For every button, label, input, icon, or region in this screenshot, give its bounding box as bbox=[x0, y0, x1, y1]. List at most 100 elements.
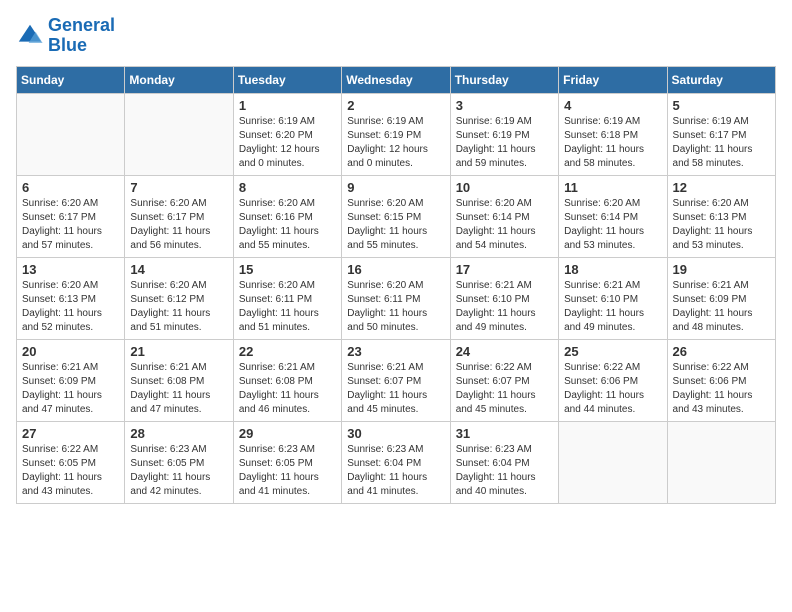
calendar-cell: 24 Sunrise: 6:22 AM Sunset: 6:07 PM Dayl… bbox=[450, 339, 558, 421]
weekday-header-wednesday: Wednesday bbox=[342, 66, 450, 93]
calendar-week-row: 20 Sunrise: 6:21 AM Sunset: 6:09 PM Dayl… bbox=[17, 339, 776, 421]
calendar-cell: 5 Sunrise: 6:19 AM Sunset: 6:17 PM Dayli… bbox=[667, 93, 775, 175]
day-number: 3 bbox=[456, 98, 553, 113]
calendar-cell: 19 Sunrise: 6:21 AM Sunset: 6:09 PM Dayl… bbox=[667, 257, 775, 339]
day-info: Sunrise: 6:20 AM Sunset: 6:16 PM Dayligh… bbox=[239, 197, 336, 253]
calendar-cell: 25 Sunrise: 6:22 AM Sunset: 6:06 PM Dayl… bbox=[559, 339, 667, 421]
day-info: Sunrise: 6:19 AM Sunset: 6:17 PM Dayligh… bbox=[673, 115, 770, 171]
day-number: 24 bbox=[456, 344, 553, 359]
day-info: Sunrise: 6:22 AM Sunset: 6:06 PM Dayligh… bbox=[564, 361, 661, 417]
calendar-cell: 27 Sunrise: 6:22 AM Sunset: 6:05 PM Dayl… bbox=[17, 421, 125, 503]
day-info: Sunrise: 6:23 AM Sunset: 6:05 PM Dayligh… bbox=[130, 443, 227, 499]
calendar-cell: 16 Sunrise: 6:20 AM Sunset: 6:11 PM Dayl… bbox=[342, 257, 450, 339]
day-number: 27 bbox=[22, 426, 119, 441]
logo: General Blue bbox=[16, 16, 115, 56]
day-number: 17 bbox=[456, 262, 553, 277]
calendar-cell: 28 Sunrise: 6:23 AM Sunset: 6:05 PM Dayl… bbox=[125, 421, 233, 503]
weekday-header-monday: Monday bbox=[125, 66, 233, 93]
day-number: 1 bbox=[239, 98, 336, 113]
day-number: 19 bbox=[673, 262, 770, 277]
day-number: 31 bbox=[456, 426, 553, 441]
day-info: Sunrise: 6:22 AM Sunset: 6:06 PM Dayligh… bbox=[673, 361, 770, 417]
day-info: Sunrise: 6:20 AM Sunset: 6:14 PM Dayligh… bbox=[456, 197, 553, 253]
day-number: 13 bbox=[22, 262, 119, 277]
day-number: 29 bbox=[239, 426, 336, 441]
calendar-cell: 30 Sunrise: 6:23 AM Sunset: 6:04 PM Dayl… bbox=[342, 421, 450, 503]
weekday-header-thursday: Thursday bbox=[450, 66, 558, 93]
day-number: 22 bbox=[239, 344, 336, 359]
calendar-cell: 29 Sunrise: 6:23 AM Sunset: 6:05 PM Dayl… bbox=[233, 421, 341, 503]
day-number: 10 bbox=[456, 180, 553, 195]
day-info: Sunrise: 6:20 AM Sunset: 6:13 PM Dayligh… bbox=[22, 279, 119, 335]
calendar-week-row: 1 Sunrise: 6:19 AM Sunset: 6:20 PM Dayli… bbox=[17, 93, 776, 175]
day-info: Sunrise: 6:21 AM Sunset: 6:08 PM Dayligh… bbox=[130, 361, 227, 417]
calendar-table: SundayMondayTuesdayWednesdayThursdayFrid… bbox=[16, 66, 776, 504]
calendar-week-row: 13 Sunrise: 6:20 AM Sunset: 6:13 PM Dayl… bbox=[17, 257, 776, 339]
day-info: Sunrise: 6:21 AM Sunset: 6:08 PM Dayligh… bbox=[239, 361, 336, 417]
calendar-cell: 3 Sunrise: 6:19 AM Sunset: 6:19 PM Dayli… bbox=[450, 93, 558, 175]
calendar-cell: 12 Sunrise: 6:20 AM Sunset: 6:13 PM Dayl… bbox=[667, 175, 775, 257]
calendar-cell: 22 Sunrise: 6:21 AM Sunset: 6:08 PM Dayl… bbox=[233, 339, 341, 421]
calendar-cell: 8 Sunrise: 6:20 AM Sunset: 6:16 PM Dayli… bbox=[233, 175, 341, 257]
day-number: 2 bbox=[347, 98, 444, 113]
day-info: Sunrise: 6:19 AM Sunset: 6:20 PM Dayligh… bbox=[239, 115, 336, 171]
calendar-cell: 10 Sunrise: 6:20 AM Sunset: 6:14 PM Dayl… bbox=[450, 175, 558, 257]
day-number: 16 bbox=[347, 262, 444, 277]
day-info: Sunrise: 6:19 AM Sunset: 6:19 PM Dayligh… bbox=[456, 115, 553, 171]
day-number: 12 bbox=[673, 180, 770, 195]
calendar-cell bbox=[667, 421, 775, 503]
calendar-header-row: SundayMondayTuesdayWednesdayThursdayFrid… bbox=[17, 66, 776, 93]
day-number: 15 bbox=[239, 262, 336, 277]
calendar-cell: 1 Sunrise: 6:19 AM Sunset: 6:20 PM Dayli… bbox=[233, 93, 341, 175]
day-info: Sunrise: 6:19 AM Sunset: 6:18 PM Dayligh… bbox=[564, 115, 661, 171]
day-number: 9 bbox=[347, 180, 444, 195]
day-number: 23 bbox=[347, 344, 444, 359]
day-info: Sunrise: 6:21 AM Sunset: 6:09 PM Dayligh… bbox=[22, 361, 119, 417]
day-info: Sunrise: 6:20 AM Sunset: 6:15 PM Dayligh… bbox=[347, 197, 444, 253]
day-info: Sunrise: 6:23 AM Sunset: 6:04 PM Dayligh… bbox=[456, 443, 553, 499]
logo-icon bbox=[16, 22, 44, 50]
weekday-header-sunday: Sunday bbox=[17, 66, 125, 93]
calendar-cell: 23 Sunrise: 6:21 AM Sunset: 6:07 PM Dayl… bbox=[342, 339, 450, 421]
day-info: Sunrise: 6:21 AM Sunset: 6:07 PM Dayligh… bbox=[347, 361, 444, 417]
day-number: 21 bbox=[130, 344, 227, 359]
day-info: Sunrise: 6:20 AM Sunset: 6:11 PM Dayligh… bbox=[347, 279, 444, 335]
calendar-cell: 6 Sunrise: 6:20 AM Sunset: 6:17 PM Dayli… bbox=[17, 175, 125, 257]
calendar-cell: 18 Sunrise: 6:21 AM Sunset: 6:10 PM Dayl… bbox=[559, 257, 667, 339]
calendar-cell: 15 Sunrise: 6:20 AM Sunset: 6:11 PM Dayl… bbox=[233, 257, 341, 339]
day-number: 5 bbox=[673, 98, 770, 113]
weekday-header-saturday: Saturday bbox=[667, 66, 775, 93]
weekday-header-friday: Friday bbox=[559, 66, 667, 93]
day-info: Sunrise: 6:21 AM Sunset: 6:10 PM Dayligh… bbox=[456, 279, 553, 335]
day-number: 26 bbox=[673, 344, 770, 359]
day-info: Sunrise: 6:20 AM Sunset: 6:17 PM Dayligh… bbox=[130, 197, 227, 253]
day-info: Sunrise: 6:19 AM Sunset: 6:19 PM Dayligh… bbox=[347, 115, 444, 171]
day-number: 18 bbox=[564, 262, 661, 277]
calendar-cell bbox=[17, 93, 125, 175]
day-info: Sunrise: 6:20 AM Sunset: 6:17 PM Dayligh… bbox=[22, 197, 119, 253]
day-info: Sunrise: 6:23 AM Sunset: 6:04 PM Dayligh… bbox=[347, 443, 444, 499]
calendar-cell bbox=[125, 93, 233, 175]
calendar-cell: 2 Sunrise: 6:19 AM Sunset: 6:19 PM Dayli… bbox=[342, 93, 450, 175]
day-number: 8 bbox=[239, 180, 336, 195]
day-info: Sunrise: 6:20 AM Sunset: 6:13 PM Dayligh… bbox=[673, 197, 770, 253]
calendar-cell: 14 Sunrise: 6:20 AM Sunset: 6:12 PM Dayl… bbox=[125, 257, 233, 339]
day-info: Sunrise: 6:20 AM Sunset: 6:12 PM Dayligh… bbox=[130, 279, 227, 335]
page-header: General Blue bbox=[16, 16, 776, 56]
calendar-cell: 21 Sunrise: 6:21 AM Sunset: 6:08 PM Dayl… bbox=[125, 339, 233, 421]
calendar-week-row: 6 Sunrise: 6:20 AM Sunset: 6:17 PM Dayli… bbox=[17, 175, 776, 257]
day-number: 25 bbox=[564, 344, 661, 359]
day-number: 28 bbox=[130, 426, 227, 441]
day-info: Sunrise: 6:20 AM Sunset: 6:14 PM Dayligh… bbox=[564, 197, 661, 253]
calendar-cell: 20 Sunrise: 6:21 AM Sunset: 6:09 PM Dayl… bbox=[17, 339, 125, 421]
day-number: 30 bbox=[347, 426, 444, 441]
day-info: Sunrise: 6:21 AM Sunset: 6:09 PM Dayligh… bbox=[673, 279, 770, 335]
day-info: Sunrise: 6:22 AM Sunset: 6:07 PM Dayligh… bbox=[456, 361, 553, 417]
weekday-header-tuesday: Tuesday bbox=[233, 66, 341, 93]
day-number: 11 bbox=[564, 180, 661, 195]
calendar-cell: 4 Sunrise: 6:19 AM Sunset: 6:18 PM Dayli… bbox=[559, 93, 667, 175]
calendar-cell: 9 Sunrise: 6:20 AM Sunset: 6:15 PM Dayli… bbox=[342, 175, 450, 257]
day-number: 7 bbox=[130, 180, 227, 195]
day-number: 6 bbox=[22, 180, 119, 195]
day-number: 14 bbox=[130, 262, 227, 277]
